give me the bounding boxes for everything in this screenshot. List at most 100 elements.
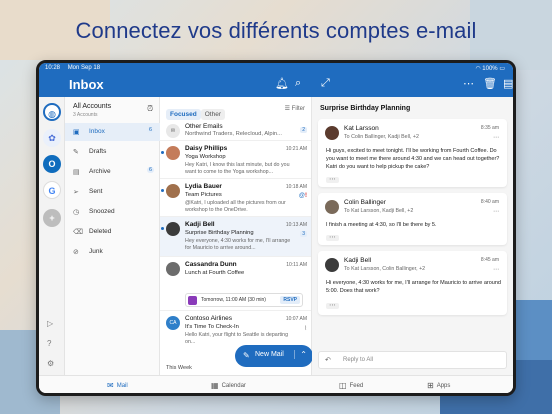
- message-preview: @Katri, I uploaded all the pictures from…: [185, 200, 286, 213]
- archive-icon[interactable]: ▤: [503, 77, 513, 90]
- mention-alert: @!: [299, 193, 307, 199]
- rsvp-button[interactable]: RSVP: [280, 296, 300, 304]
- play-icon[interactable]: ▷: [47, 319, 53, 328]
- add-account-icon[interactable]: +: [43, 209, 61, 227]
- expand-quoted-icon[interactable]: ⋯: [326, 302, 339, 309]
- junk-icon: ⊘: [73, 249, 79, 256]
- folder-count: 6: [146, 167, 154, 173]
- list-item-message[interactable]: Lydia Bauer 10:18 AM Team Pictures @Katr…: [160, 179, 311, 217]
- tab-label: Mail: [116, 383, 128, 390]
- avatar: [166, 146, 180, 160]
- envelope-icon: ✉: [166, 124, 180, 138]
- folder-label: Inbox: [89, 128, 105, 135]
- important-icon: !: [305, 193, 307, 199]
- message-card[interactable]: Kadji Bell To Kat Larsson, Colin Balling…: [318, 251, 507, 315]
- more-icon[interactable]: ⋯: [493, 134, 499, 141]
- reply-all-field[interactable]: ↶ Reply to All: [318, 351, 507, 369]
- attachment-icon: ⌇: [304, 326, 307, 332]
- settings-icon[interactable]: ⚙: [47, 359, 54, 368]
- event-invite-chip[interactable]: Tomorrow, 11:00 AM (30 min) RSVP: [185, 293, 303, 307]
- bell-icon[interactable]: 🔔︎: [275, 77, 289, 90]
- avatar: [166, 222, 180, 236]
- account-copilot-icon[interactable]: ✿: [43, 129, 61, 147]
- calendar-event-icon: [188, 296, 197, 305]
- message-preview: Hey everyone, 4:30 works for me, I'll ar…: [185, 238, 291, 251]
- battery-icon: ▭: [499, 66, 505, 72]
- card-body: Hi everyone, 4:30 works for me, I'll arr…: [326, 280, 501, 294]
- mail-icon: ✉: [107, 381, 114, 390]
- tab-mail[interactable]: ✉ Mail: [107, 381, 128, 390]
- new-mail-button[interactable]: ✎ New Mail ⌃: [235, 345, 313, 367]
- avatar: [325, 200, 339, 214]
- tab-feed[interactable]: ◫ Feed: [339, 381, 363, 390]
- tab-calendar[interactable]: ▦ Calendar: [211, 381, 246, 390]
- message-time: 10:11 AM: [286, 262, 307, 268]
- sender-name: Other Emails: [185, 123, 223, 130]
- message-time: 10:21 AM: [285, 146, 307, 152]
- trash-icon[interactable]: 🗑︎: [483, 77, 497, 90]
- folder-junk[interactable]: ⊘ Junk: [65, 243, 160, 261]
- folder-drafts[interactable]: ✎ Drafts: [65, 143, 160, 161]
- list-item-message[interactable]: Cassandra Dunn 10:11 AM Lunch at Fourth …: [160, 257, 311, 311]
- message-count-badge: 2: [300, 127, 307, 133]
- message-time: 10:13 AM: [285, 222, 307, 228]
- expand-quoted-icon[interactable]: ⋯: [326, 234, 339, 241]
- apps-icon: ⊞: [427, 381, 434, 390]
- list-item-other-emails[interactable]: ✉ Other Emails Northwind Traders, Relecl…: [160, 119, 311, 141]
- expand-icon[interactable]: ⤢: [321, 77, 330, 90]
- folder-snoozed[interactable]: ◷ Snoozed: [65, 203, 160, 221]
- message-time: 10:18 AM: [285, 184, 307, 190]
- tab-label: Calendar: [221, 383, 246, 390]
- sender-name: Cassandra Dunn: [185, 261, 237, 268]
- trash-icon: ⌫: [73, 229, 83, 236]
- more-icon[interactable]: ⋯: [463, 77, 474, 90]
- list-item-message[interactable]: Daisy Phillips 10:21 AM Yoga Workshop He…: [160, 141, 311, 179]
- draft-icon: ✎: [73, 149, 79, 156]
- folder-count: 6: [146, 127, 154, 133]
- folder-label: Sent: [89, 188, 103, 195]
- alarm-icon[interactable]: ⏰︎: [147, 104, 153, 114]
- sender-name: Daisy Phillips: [185, 145, 228, 152]
- tab-label: Apps: [436, 383, 451, 390]
- message-subject: Surprise Birthday Planning: [185, 230, 254, 236]
- filter-button[interactable]: ☰ Filter: [285, 105, 305, 112]
- tab-apps[interactable]: ⊞ Apps: [427, 381, 450, 390]
- card-sender: Kat Larsson: [344, 125, 379, 132]
- new-mail-label: New Mail: [255, 351, 284, 358]
- list-item-message-selected[interactable]: Kadji Bell 10:13 AM Surprise Birthday Pl…: [160, 217, 311, 257]
- folder-deleted[interactable]: ⌫ Deleted: [65, 223, 160, 241]
- message-card[interactable]: Colin Ballinger To Kat Larsson, Kadji Be…: [318, 193, 507, 245]
- thread-title: Surprise Birthday Planning: [320, 105, 411, 112]
- calendar-icon: ▦: [211, 381, 219, 390]
- status-date: Mon Sep 18: [67, 65, 101, 71]
- message-preview: Hello Katri, your flight to Seattle is d…: [185, 332, 289, 345]
- card-sender: Kadji Bell: [344, 257, 372, 264]
- unread-indicator: [161, 227, 164, 230]
- all-accounts-globe-icon[interactable]: ◍: [43, 103, 61, 121]
- chevron-up-icon[interactable]: ⌃: [294, 350, 307, 359]
- help-icon[interactable]: ?: [47, 339, 51, 348]
- folder-label: Deleted: [89, 228, 112, 235]
- more-icon[interactable]: ⋯: [493, 208, 499, 215]
- folder-archive[interactable]: ▤ Archive 6: [65, 163, 160, 181]
- message-subject: Team Pictures: [185, 192, 222, 198]
- folder-label: Junk: [89, 248, 103, 255]
- message-card[interactable]: Kat Larsson To Colin Ballinger, Kadji Be…: [318, 119, 507, 187]
- unread-indicator: [161, 189, 164, 192]
- reply-placeholder: Reply to All: [343, 357, 374, 363]
- account-google-icon[interactable]: G: [43, 181, 61, 199]
- account-outlook-icon[interactable]: O: [43, 155, 61, 173]
- search-icon[interactable]: ⌕: [295, 77, 301, 90]
- folder-pane: All Accounts 3 Accounts ⏰︎ ▣ Inbox 6 ✎ D…: [65, 97, 160, 375]
- section-header: This Week: [166, 365, 192, 371]
- folder-sent[interactable]: ➢ Sent: [65, 183, 160, 201]
- avatar: [166, 262, 180, 276]
- expand-quoted-icon[interactable]: ⋯: [326, 176, 339, 183]
- reading-pane: Surprise Birthday Planning Kat Larsson T…: [312, 97, 513, 375]
- feed-icon: ◫: [339, 381, 347, 390]
- more-icon[interactable]: ⋯: [493, 266, 499, 273]
- avatar: [166, 184, 180, 198]
- folder-inbox[interactable]: ▣ Inbox 6: [65, 123, 160, 141]
- reply-all-icon: ↶: [325, 357, 331, 364]
- bottom-tab-bar: ✉ Mail ▦ Calendar ◫ Feed ⊞ Apps: [39, 375, 513, 393]
